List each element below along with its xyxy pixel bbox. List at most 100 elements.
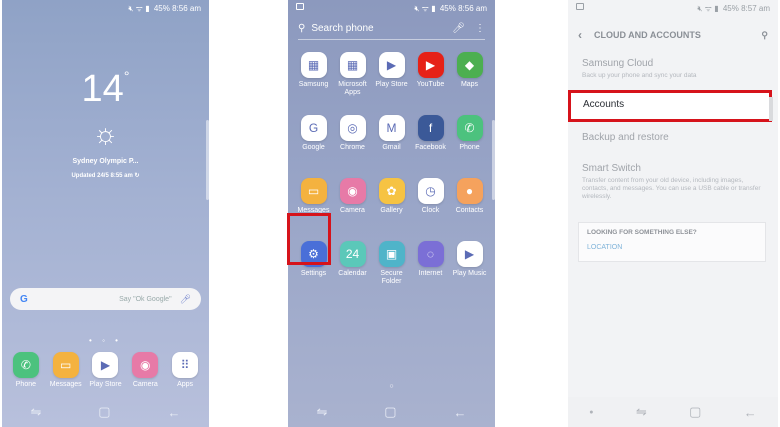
status-icons: 🔇︎ ᯤ ▮: [414, 4, 436, 13]
app-label: Google: [302, 144, 325, 151]
screenshot-notification-icon: [296, 3, 304, 10]
drawer-app-phone[interactable]: ✆ Phone: [450, 115, 489, 168]
dock-app-phone[interactable]: ✆ Phone: [6, 352, 46, 388]
calendar-icon: 24: [339, 241, 366, 267]
backup-and-restore-item[interactable]: Backup and restore: [582, 132, 768, 143]
dock-app-messages[interactable]: ▭ Messages: [46, 352, 86, 388]
messages-icon: ▭: [300, 178, 327, 204]
weather-updated: Updated 24/5 8:55 am ↻: [71, 173, 140, 179]
accounts-item[interactable]: Accounts: [568, 90, 773, 122]
back-icon[interactable]: ←: [454, 405, 467, 420]
refresh-icon[interactable]: ↻: [135, 173, 140, 179]
play-music-icon: ▶: [456, 241, 483, 267]
drawer-app-chrome[interactable]: ◎ Chrome: [333, 115, 372, 168]
time: 8:57 am: [741, 4, 770, 13]
home-button-icon[interactable]: ▢: [98, 404, 110, 420]
drawer-app-calendar[interactable]: 24 Calendar: [333, 241, 372, 294]
home-button-icon[interactable]: ▢: [384, 404, 396, 420]
gmail-icon: M: [378, 115, 405, 141]
nav-bar: ● ⇋ ▢ ←: [568, 397, 778, 427]
dock-app-play-store[interactable]: ▶ Play Store: [86, 352, 126, 388]
drawer-app-microsoft-apps[interactable]: ▦ Microsoft Apps: [333, 52, 372, 105]
samsung-cloud-item[interactable]: Samsung Cloud Back up your phone and syn…: [582, 58, 768, 80]
phone-icon: ✆: [12, 352, 39, 378]
app-label: Settings: [300, 270, 327, 277]
play-store-icon: ▶: [378, 52, 405, 78]
nav-bar: ⇋ ▢ ←: [288, 397, 495, 427]
settings-highlight-box: [287, 213, 331, 265]
status-bar: 🔇︎ ᯤ ▮ 45% 8:56 am: [2, 0, 209, 14]
drawer-app-play-music[interactable]: ▶ Play Music: [450, 241, 489, 294]
back-icon[interactable]: ←: [168, 405, 181, 420]
dock-app-camera[interactable]: ◉ Camera: [125, 352, 165, 388]
app-label: Contacts: [455, 207, 484, 214]
app-label: Gmail: [382, 144, 401, 151]
weather-temperature[interactable]: 14°: [2, 68, 209, 111]
recent-apps-icon[interactable]: ⇋: [30, 404, 41, 420]
scroll-indicator: [769, 97, 773, 121]
search-phone-field[interactable]: ⚲ Search phone 🎤︎ ⋮: [298, 18, 485, 40]
drawer-app-gmail[interactable]: M Gmail: [372, 115, 411, 168]
edge-panel-handle[interactable]: [492, 120, 495, 200]
drawer-app-youtube[interactable]: ▶ YouTube: [411, 52, 450, 105]
card-title: LOOKING FOR SOMETHING ELSE?: [587, 229, 697, 236]
app-label: Secure Folder: [380, 270, 403, 285]
battery-level: 45%: [722, 4, 739, 13]
smart-switch-item[interactable]: Smart Switch Transfer content from your …: [582, 163, 768, 201]
google-logo-icon: G: [20, 293, 28, 305]
battery-level: 45%: [439, 4, 456, 13]
drawer-app-clock[interactable]: ◷ Clock: [411, 178, 450, 231]
drawer-app-google[interactable]: G Google: [294, 115, 333, 168]
looking-for-something-else-card: LOOKING FOR SOMETHING ELSE? LOCATION: [578, 222, 766, 262]
app-label: Calendar: [338, 270, 367, 277]
page-indicator: • ◦ •: [89, 336, 122, 345]
back-icon[interactable]: ←: [744, 405, 757, 420]
app-label: Maps: [460, 81, 479, 88]
recent-apps-icon[interactable]: ⇋: [636, 404, 647, 420]
drawer-app-play-store[interactable]: ▶ Play Store: [372, 52, 411, 105]
phone-icon: ✆: [456, 115, 483, 141]
app-label: Messages: [49, 381, 82, 388]
recent-apps-icon[interactable]: ⇋: [316, 404, 327, 420]
mic-icon[interactable]: 🎤︎: [452, 23, 465, 34]
drawer-app-samsung[interactable]: ▦ Samsung: [294, 52, 333, 105]
item-title: Accounts: [583, 99, 625, 110]
nav-bar: ⇋ ▢ ←: [2, 397, 209, 427]
drawer-app-contacts[interactable]: ● Contacts: [450, 178, 489, 231]
dock-app-apps[interactable]: ⠿ Apps: [165, 352, 205, 388]
drawer-app-gallery[interactable]: ✿ Gallery: [372, 178, 411, 231]
drawer-app-camera[interactable]: ◉ Camera: [333, 178, 372, 231]
app-bar: ‹ CLOUD AND ACCOUNTS ⚲: [568, 24, 778, 46]
home-screen: 🔇︎ ᯤ ▮ 45% 8:56 am 14° ☼ Sydney Olympic …: [2, 0, 209, 427]
status-icons: 🔇︎ ᯤ ▮: [697, 4, 719, 13]
app-label: Phone: [15, 381, 37, 388]
drawer-app-secure-folder[interactable]: ▣ Secure Folder: [372, 241, 411, 294]
cloud-and-accounts-screen: 🔇︎ ᯤ ▮ 45% 8:57 am ‹ CLOUD AND ACCOUNTS …: [568, 0, 778, 427]
status-icons: 🔇︎ ᯤ ▮: [128, 4, 150, 13]
app-label: Internet: [418, 270, 443, 277]
app-label: Play Music: [452, 270, 487, 277]
youtube-icon: ▶: [417, 52, 444, 78]
page-title: CLOUD AND ACCOUNTS: [594, 30, 701, 40]
camera-icon: ◉: [132, 352, 159, 378]
back-arrow-icon[interactable]: ‹: [578, 28, 582, 42]
drawer-app-facebook[interactable]: f Facebook: [411, 115, 450, 168]
edge-panel-handle[interactable]: [206, 120, 209, 200]
sun-icon: ☼: [92, 118, 119, 149]
app-label: Microsoft Apps: [338, 81, 367, 96]
app-label: Chrome: [340, 144, 365, 151]
search-placeholder: Search phone: [311, 23, 374, 34]
app-label: Camera: [132, 381, 158, 388]
drawer-app-maps[interactable]: ◆ Maps: [450, 52, 489, 105]
pin-dot-icon: ●: [589, 408, 594, 416]
drawer-app-internet[interactable]: ◌ Internet: [411, 241, 450, 294]
home-button-icon[interactable]: ▢: [689, 404, 701, 420]
google-search-bar[interactable]: G Say "Ok Google" 🎤︎: [10, 288, 201, 310]
more-options-icon[interactable]: ⋮: [475, 23, 485, 34]
internet-icon: ◌: [417, 241, 444, 267]
search-icon[interactable]: ⚲: [761, 30, 768, 41]
item-title: Samsung Cloud: [582, 58, 654, 69]
location-link[interactable]: LOCATION: [587, 244, 757, 251]
play-store-icon: ▶: [92, 352, 119, 378]
mic-icon[interactable]: 🎤︎: [180, 294, 191, 305]
